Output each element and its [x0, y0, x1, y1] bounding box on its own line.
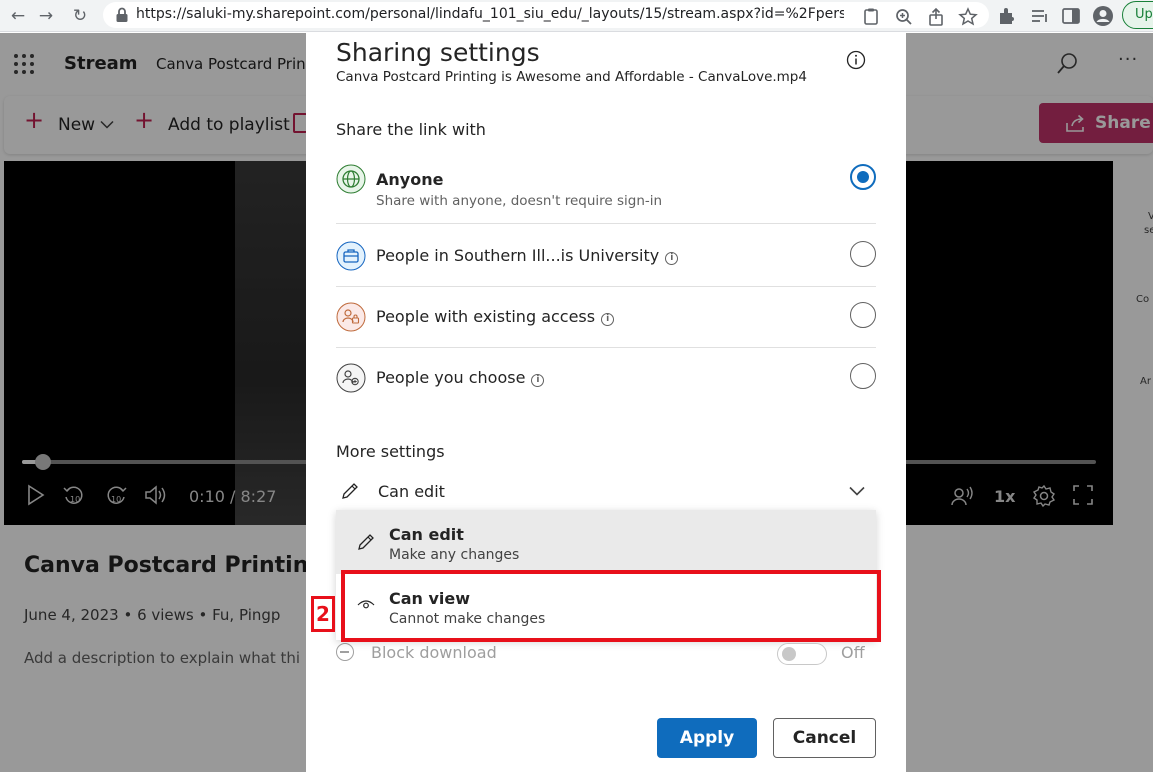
- annotation-highlight-box: [341, 570, 881, 642]
- back-arrow-icon[interactable]: ←: [6, 4, 30, 28]
- block-icon: [336, 643, 354, 661]
- cancel-button[interactable]: Cancel: [773, 718, 876, 758]
- option-label: People you choose: [376, 368, 526, 387]
- globe-icon: [336, 164, 366, 194]
- option-organization[interactable]: People in Southern Ill...is University i: [336, 226, 876, 287]
- info-icon[interactable]: i: [601, 313, 615, 326]
- lock-icon: [116, 7, 128, 22]
- option-specific-people[interactable]: People you choose i: [336, 348, 876, 409]
- reading-list-icon[interactable]: [1029, 5, 1051, 27]
- dialog-title: Sharing settings: [336, 38, 540, 67]
- profile-avatar-icon[interactable]: [1092, 5, 1114, 27]
- menu-item-description: Make any changes: [389, 547, 520, 563]
- info-icon[interactable]: [846, 50, 866, 70]
- people-lock-icon: [336, 302, 366, 332]
- permission-dropdown[interactable]: Can edit: [336, 475, 876, 509]
- url-text: https://saluki-my.sharepoint.com/persona…: [136, 6, 844, 22]
- share-link-with-heading: Share the link with: [336, 120, 486, 139]
- block-download-row: Block download Off: [336, 640, 876, 670]
- briefcase-icon: [336, 241, 366, 271]
- annotation-step-badge: 2: [311, 596, 335, 632]
- option-existing-access[interactable]: People with existing access i: [336, 287, 876, 348]
- extensions-puzzle-icon[interactable]: [996, 5, 1018, 27]
- chevron-down-icon: [849, 486, 865, 496]
- option-label: People in Southern Ill...is University: [376, 246, 660, 265]
- sharing-settings-dialog: Sharing settings Canva Postcard Printing…: [306, 33, 906, 772]
- bookmark-star-icon[interactable]: [957, 6, 979, 28]
- dialog-file-name: Canva Postcard Printing is Awesome and A…: [336, 69, 807, 85]
- block-download-label: Block download: [371, 643, 497, 662]
- option-anyone[interactable]: Anyone Share with anyone, doesn't requir…: [336, 163, 876, 224]
- option-description: Share with anyone, doesn't require sign-…: [376, 193, 663, 209]
- block-download-state: Off: [841, 643, 865, 662]
- more-settings-heading: More settings: [336, 442, 445, 461]
- option-label-choose: People you choose i: [376, 368, 545, 387]
- option-label: Anyone: [376, 170, 444, 189]
- permission-selected: Can edit: [378, 482, 445, 501]
- apply-button[interactable]: Apply: [657, 718, 757, 758]
- address-bar[interactable]: https://saluki-my.sharepoint.com/persona…: [103, 2, 989, 28]
- radio-specific-people[interactable]: [850, 363, 876, 389]
- option-label-organization: People in Southern Ill...is University i: [376, 246, 679, 265]
- forward-arrow-icon[interactable]: →: [34, 4, 58, 28]
- menu-item-label: Can edit: [389, 525, 464, 544]
- radio-organization[interactable]: [850, 241, 876, 267]
- pencil-icon: [358, 534, 374, 550]
- browser-toolbar: ← → ↻ https://saluki-my.sharepoint.com/p…: [0, 0, 1153, 32]
- people-add-icon: [336, 363, 366, 393]
- clipboard-icon[interactable]: [860, 6, 882, 28]
- info-icon[interactable]: i: [531, 374, 545, 387]
- pencil-icon: [342, 483, 358, 499]
- reload-icon[interactable]: ↻: [68, 4, 92, 28]
- update-button[interactable]: Up: [1122, 1, 1153, 29]
- side-panel-icon[interactable]: [1060, 5, 1082, 27]
- menu-item-can-edit[interactable]: Can edit Make any changes: [336, 510, 876, 574]
- option-label: People with existing access: [376, 307, 596, 326]
- share-page-icon[interactable]: [925, 6, 947, 28]
- radio-existing-access[interactable]: [850, 302, 876, 328]
- block-download-toggle[interactable]: [777, 643, 827, 665]
- info-icon[interactable]: i: [665, 252, 679, 265]
- option-label-existing: People with existing access i: [376, 307, 615, 326]
- zoom-icon[interactable]: [893, 6, 915, 28]
- radio-anyone[interactable]: [850, 164, 876, 190]
